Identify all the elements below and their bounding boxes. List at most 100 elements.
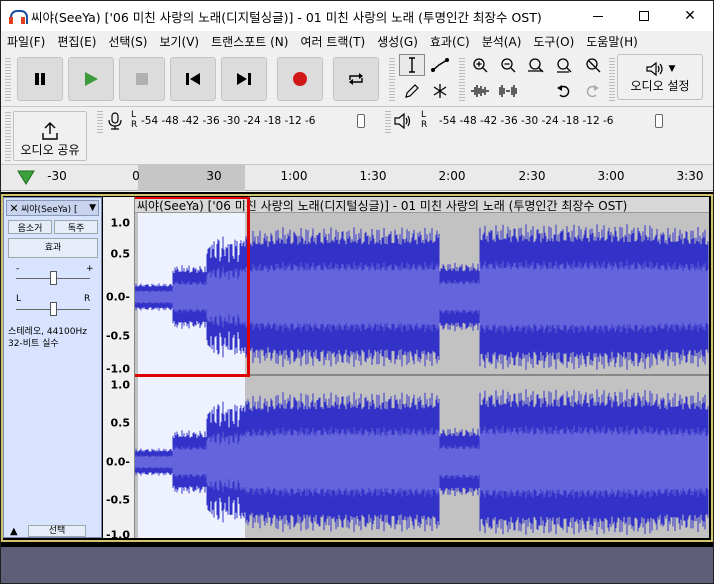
- collapse-track-icon[interactable]: ▲: [10, 526, 18, 537]
- toolbar-grip[interactable]: [5, 57, 11, 101]
- menu-select[interactable]: 선택(S): [102, 33, 153, 50]
- play-head-icon[interactable]: [17, 170, 35, 186]
- playback-meter[interactable]: LR -54 -48 -42 -36 -30 -24 -18 -12 -6: [393, 110, 703, 132]
- play-meter-grip[interactable]: [385, 111, 391, 133]
- tick-label: 1:30: [359, 169, 387, 183]
- mute-button[interactable]: 음소거: [8, 220, 52, 234]
- dropdown-arrow-icon: ▼: [668, 63, 676, 74]
- record-scale: -54 -48 -42 -36 -30 -24 -18 -12 -6: [141, 115, 316, 127]
- menu-edit[interactable]: 편집(E): [51, 33, 102, 50]
- skip-start-icon: [186, 73, 200, 85]
- menu-help[interactable]: 도움말(H): [580, 33, 644, 50]
- track-close-icon[interactable]: ✕: [7, 202, 21, 215]
- multi-tool[interactable]: [427, 80, 453, 102]
- speaker-icon: [645, 61, 663, 76]
- audio-setup-button[interactable]: ▼ 오디오 설정: [617, 54, 703, 100]
- skip-to-end-button[interactable]: [221, 57, 267, 101]
- fit-project-button[interactable]: [551, 54, 577, 76]
- track-bitdepth-info: 32-비트 실수: [8, 339, 59, 349]
- menu-generate[interactable]: 생성(G): [371, 33, 424, 50]
- tick-label: 3:00: [597, 169, 625, 183]
- zoom-selection-icon: [528, 58, 544, 73]
- gain-plus-label: +: [86, 264, 94, 274]
- empty-track-area[interactable]: [1, 547, 713, 583]
- record-meter-grip[interactable]: [97, 111, 103, 133]
- play-channels: LR: [421, 110, 428, 130]
- record-icon: [293, 72, 307, 86]
- effects-button[interactable]: 효과: [8, 238, 98, 258]
- record-level-slider[interactable]: [357, 114, 365, 128]
- stop-button[interactable]: [119, 57, 165, 101]
- envelope-icon: [431, 58, 449, 72]
- menu-file[interactable]: 파일(F): [1, 33, 51, 50]
- undo-button[interactable]: [551, 80, 577, 102]
- menu-effect[interactable]: 효과(C): [424, 33, 476, 50]
- menu-transport[interactable]: 트랜스포트 (N): [205, 33, 294, 50]
- menu-bar: 파일(F) 편집(E) 선택(S) 보기(V) 트랜스포트 (N) 여러 트랙(…: [1, 31, 713, 51]
- zoom-in-button[interactable]: [467, 54, 493, 76]
- share-audio-button[interactable]: 오디오 공유: [13, 111, 87, 161]
- microphone-icon: [108, 112, 122, 130]
- record-meter[interactable]: LR -54 -48 -42 -36 -30 -24 -18 -12 -6: [105, 110, 381, 132]
- select-track-button[interactable]: 선택: [28, 525, 86, 537]
- trim-audio-icon: [471, 85, 489, 97]
- maximize-button[interactable]: [621, 1, 667, 31]
- edit-grip[interactable]: [459, 57, 465, 101]
- pan-right-label: R: [84, 294, 91, 304]
- amp-label: 0.5: [110, 247, 131, 261]
- selection-tool[interactable]: [399, 54, 425, 76]
- track-header: ✕ 씨야(SeeYa) [ ▼: [6, 200, 99, 216]
- record-channels: LR: [131, 110, 138, 130]
- play-scale: -54 -48 -42 -36 -30 -24 -18 -12 -6: [439, 115, 614, 127]
- zoom-toggle-button[interactable]: [579, 54, 605, 76]
- silence-audio-icon: [499, 85, 517, 97]
- play-icon: [85, 72, 98, 86]
- amp-label: -0.5: [105, 329, 130, 343]
- zoom-toggle-icon: [586, 58, 601, 73]
- amp-label: -1.0: [105, 528, 130, 542]
- menu-view[interactable]: 보기(V): [153, 33, 205, 50]
- zoom-out-button[interactable]: [495, 54, 521, 76]
- skip-to-start-button[interactable]: [170, 57, 216, 101]
- amplitude-ruler: 1.0 0.5 0.0- -0.5 -1.0 1.0 0.5 0.0- -0.5…: [103, 197, 135, 542]
- pause-button[interactable]: [17, 57, 63, 101]
- pan-slider[interactable]: [50, 302, 57, 316]
- redo-button[interactable]: [579, 80, 605, 102]
- audio-setup-grip[interactable]: [609, 57, 615, 101]
- track-menu-icon[interactable]: ▼: [89, 203, 98, 213]
- menu-analyze[interactable]: 분석(A): [476, 33, 528, 50]
- track-control-panel: ✕ 씨야(SeeYa) [ ▼ 음소거 독주 효과 - + L R 스테레오, …: [3, 197, 102, 538]
- play-button[interactable]: [68, 57, 114, 101]
- envelope-tool[interactable]: [427, 54, 453, 76]
- zoom-in-icon: [473, 58, 488, 73]
- window-title: 씨야(SeeYa) ['06 미친 사랑의 노래(디지털싱글)] - 01 미친…: [31, 9, 542, 25]
- share-grip[interactable]: [5, 111, 11, 161]
- menu-tools[interactable]: 도구(O): [527, 33, 580, 50]
- tools-grip[interactable]: [389, 57, 395, 101]
- amp-label: -0.5: [105, 493, 130, 507]
- timeline-ruler[interactable]: -30 0 30 1:00 1:30 2:00 2:30 3:00 3:30: [1, 165, 713, 191]
- minimize-button[interactable]: [575, 1, 621, 31]
- timeline-selection: [138, 165, 245, 191]
- i-beam-icon: [409, 57, 415, 73]
- asterisk-icon: [433, 84, 447, 98]
- menu-tracks[interactable]: 여러 트랙(T): [294, 33, 371, 50]
- silence-button[interactable]: [495, 80, 521, 102]
- amp-label: 0.5: [110, 416, 131, 430]
- upload-share-icon: [42, 122, 58, 140]
- close-button[interactable]: ✕: [667, 1, 713, 31]
- amp-label: 0.0-: [105, 290, 130, 304]
- gain-slider[interactable]: [50, 271, 57, 285]
- audio-setup-icons: ▼: [645, 61, 676, 77]
- waveform-area[interactable]: 씨야(SeeYa) ['06 미친 사랑의 노래(디지털싱글)] - 01 미친…: [135, 197, 709, 538]
- tick-label: 3:30: [676, 169, 704, 183]
- solo-button[interactable]: 독주: [54, 220, 98, 234]
- record-button[interactable]: [277, 57, 323, 101]
- draw-tool[interactable]: [399, 80, 425, 102]
- fit-selection-button[interactable]: [523, 54, 549, 76]
- track-name-button[interactable]: 씨야(SeeYa) [: [21, 202, 89, 215]
- loop-button[interactable]: [333, 57, 379, 101]
- play-level-slider[interactable]: [655, 114, 663, 128]
- trim-button[interactable]: [467, 80, 493, 102]
- pencil-icon: [405, 84, 419, 98]
